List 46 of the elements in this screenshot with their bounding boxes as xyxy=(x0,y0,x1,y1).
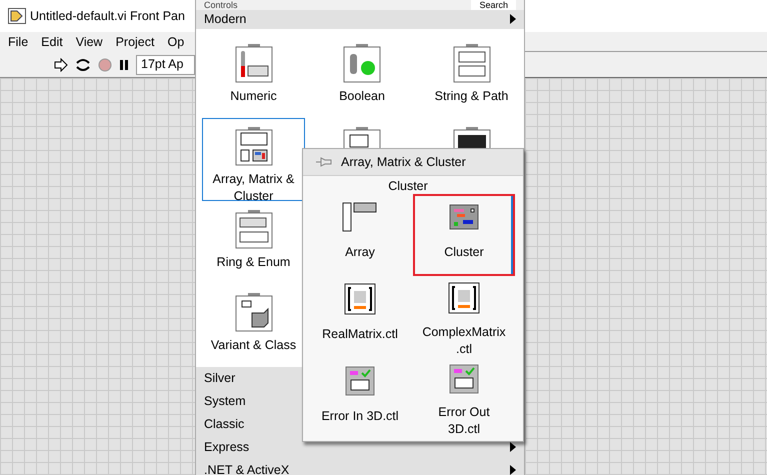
palette-item[interactable]: String & Path xyxy=(419,34,524,118)
matrix-icon xyxy=(448,282,480,314)
palette-item[interactable]: Numeric xyxy=(202,34,305,118)
dropdown-icon xyxy=(234,210,274,250)
palette-item[interactable]: Boolean xyxy=(305,34,419,118)
menu-item[interactable]: File xyxy=(8,32,28,52)
item-label: Numeric xyxy=(230,88,277,105)
toggle-switch-icon xyxy=(342,44,382,84)
cube-icon xyxy=(234,292,274,333)
submenu-item[interactable]: Cluster xyxy=(413,194,515,276)
category-item[interactable]: .NET & ActiveX xyxy=(196,458,524,475)
submenu-item[interactable]: Array xyxy=(307,194,413,276)
palette-title: Controls xyxy=(204,0,238,10)
array-icon xyxy=(342,202,378,232)
vi-icon xyxy=(8,8,26,24)
run-continuously-icon[interactable] xyxy=(75,58,91,72)
cluster-icon xyxy=(449,204,479,230)
item-label: Boolean xyxy=(339,88,385,105)
text-fields-icon xyxy=(452,44,492,84)
palette-item[interactable]: Variant & Class xyxy=(202,284,305,367)
submenu-arrow-icon xyxy=(510,442,516,452)
error-cluster-icon xyxy=(449,364,479,394)
submenu-item[interactable]: RealMatrix.ctl xyxy=(307,276,413,358)
submenu-arrow-icon xyxy=(510,14,516,24)
section-header[interactable]: Modern xyxy=(196,10,524,29)
run-arrow-icon[interactable] xyxy=(54,58,68,72)
submenu-item[interactable]: ComplexMatrix.ctl xyxy=(413,276,515,358)
search-button[interactable]: Search xyxy=(471,0,516,10)
window-title: Untitled-default.vi Front Pan xyxy=(30,8,185,25)
submenu-arrow-icon xyxy=(510,465,516,475)
menu-item[interactable]: Edit xyxy=(41,32,63,52)
item-label: Variant & Class xyxy=(210,336,296,354)
pause-icon[interactable] xyxy=(119,58,129,70)
submenu-title: Array, Matrix & Cluster xyxy=(341,154,466,171)
pin-icon[interactable] xyxy=(315,156,333,168)
menu-item[interactable]: View xyxy=(76,32,103,52)
font-dropdown[interactable]: 17pt Ap xyxy=(136,54,195,74)
array-cluster-icon xyxy=(234,126,274,167)
item-label: Ring & Enum xyxy=(216,254,290,271)
hover-label: Cluster xyxy=(388,178,428,194)
menu-item[interactable]: Project xyxy=(116,32,154,52)
item-label: String & Path xyxy=(434,88,508,105)
menu-item[interactable]: Op xyxy=(167,32,184,52)
matrix-icon xyxy=(344,283,376,315)
error-cluster-icon xyxy=(345,366,375,396)
thermometer-icon xyxy=(234,44,274,84)
